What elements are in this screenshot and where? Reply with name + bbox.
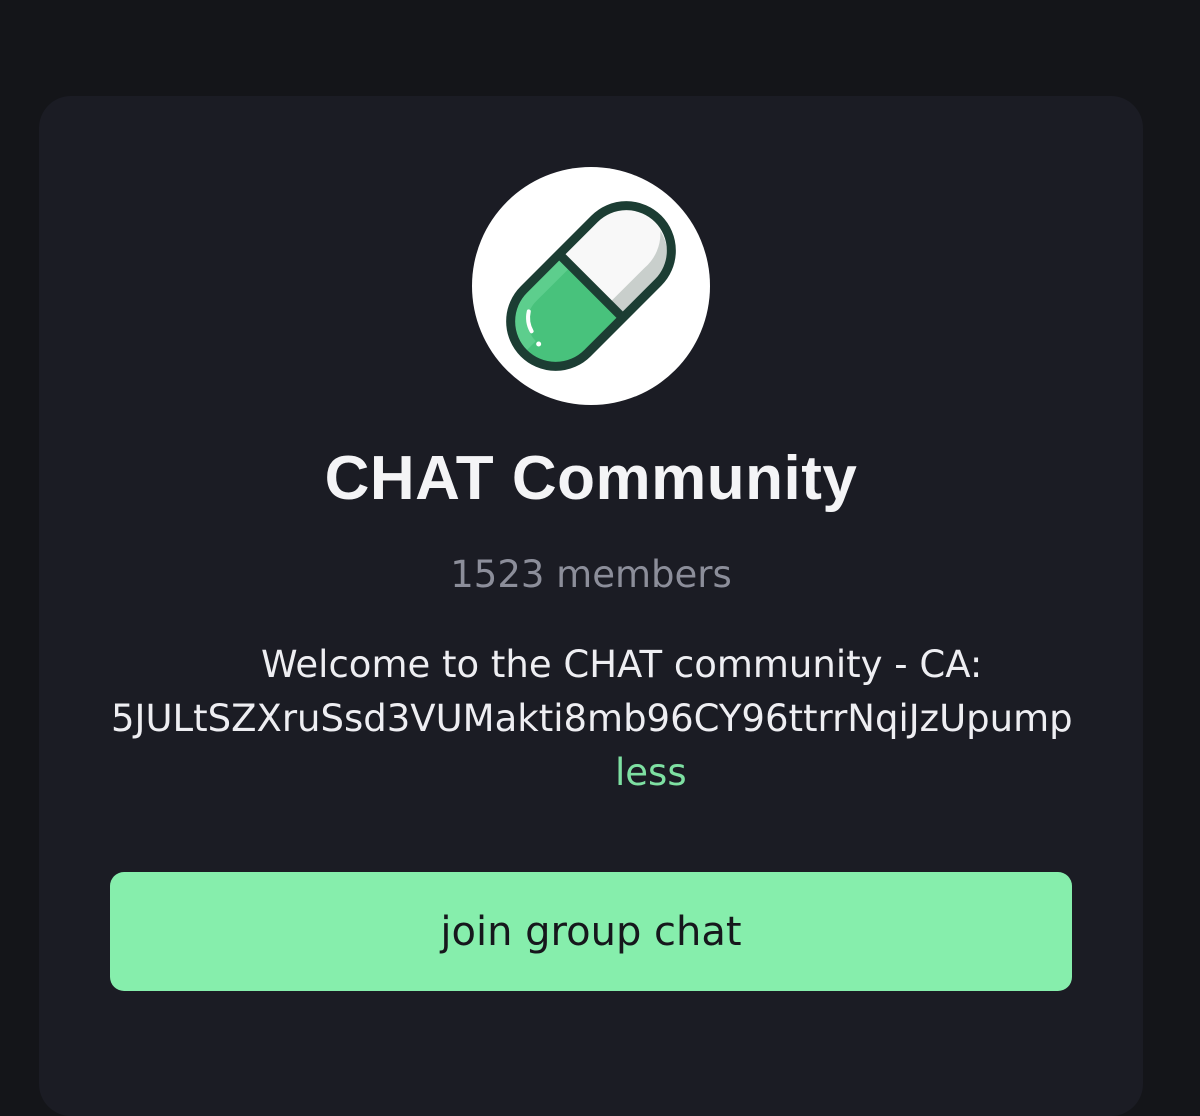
pill-capsule-icon — [506, 201, 676, 371]
join-group-chat-button[interactable]: join group chat — [110, 872, 1072, 991]
community-card: CHAT Community 1523 members Welcome to t… — [39, 96, 1143, 1116]
community-title: CHAT Community — [324, 444, 858, 513]
member-count: 1523 members — [450, 553, 732, 596]
community-avatar — [472, 167, 710, 405]
description-line: Welcome to the CHAT community - CA: — [261, 643, 983, 686]
contract-address: 5JULtSZXruSsd3VUMakti8mb96CY96ttrrNqiJzU… — [111, 697, 1073, 740]
show-less-link[interactable]: less — [615, 750, 687, 796]
